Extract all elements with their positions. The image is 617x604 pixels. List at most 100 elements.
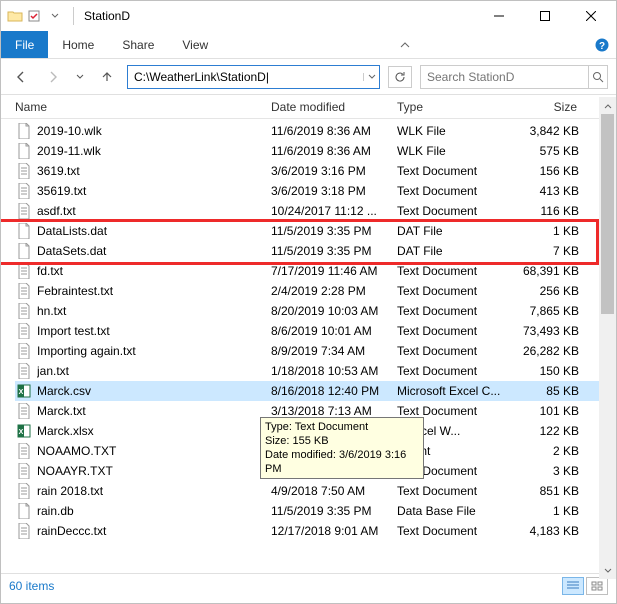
- file-date: 3/6/2019 3:18 PM: [271, 184, 397, 198]
- file-type: Text Document: [397, 524, 509, 538]
- file-date: 2/4/2019 2:28 PM: [271, 284, 397, 298]
- scroll-down-icon[interactable]: [599, 562, 616, 579]
- file-size: 7,865 KB: [509, 304, 579, 318]
- file-size: 575 KB: [509, 144, 579, 158]
- search-input[interactable]: [421, 70, 588, 84]
- titlebar: StationD: [1, 1, 616, 31]
- recent-locations-button[interactable]: [73, 65, 87, 89]
- file-row[interactable]: hn.txt8/20/2019 10:03 AMText Document7,8…: [15, 301, 616, 321]
- details-view-button[interactable]: [562, 577, 584, 595]
- file-row[interactable]: rain.db11/5/2019 3:35 PMData Base File1 …: [15, 501, 616, 521]
- file-name: hn.txt: [37, 304, 271, 318]
- file-icon: [15, 202, 33, 220]
- file-row[interactable]: Febraintest.txt2/4/2019 2:28 PMText Docu…: [15, 281, 616, 301]
- file-date: 11/6/2019 8:36 AM: [271, 144, 397, 158]
- ribbon-expand-icon[interactable]: [391, 31, 419, 58]
- file-name: rainDeccc.txt: [37, 524, 271, 538]
- file-size: 116 KB: [509, 204, 579, 218]
- file-type: Microsoft Excel C...: [397, 384, 509, 398]
- forward-button[interactable]: [41, 65, 65, 89]
- file-type: Text Document: [397, 184, 509, 198]
- file-icon: [15, 462, 33, 480]
- col-type[interactable]: Type: [397, 100, 509, 114]
- file-type: Data Base File: [397, 504, 509, 518]
- file-row[interactable]: Importing again.txt8/9/2019 7:34 AMText …: [15, 341, 616, 361]
- file-icon: [15, 522, 33, 540]
- help-icon[interactable]: ?: [588, 31, 616, 58]
- file-row[interactable]: 35619.txt3/6/2019 3:18 PMText Document41…: [15, 181, 616, 201]
- file-size: 3,842 KB: [509, 124, 579, 138]
- column-headers[interactable]: Name Date modified Type Size: [1, 95, 616, 119]
- tab-file[interactable]: File: [1, 31, 48, 58]
- tab-home[interactable]: Home: [48, 31, 108, 58]
- file-row[interactable]: X Marck.csv8/16/2018 12:40 PMMicrosoft Ex…: [15, 381, 616, 401]
- file-date: 11/6/2019 8:36 AM: [271, 124, 397, 138]
- tab-share[interactable]: Share: [108, 31, 168, 58]
- file-row[interactable]: 2019-11.wlk11/6/2019 8:36 AMWLK File575 …: [15, 141, 616, 161]
- file-row[interactable]: jan.txt1/18/2018 10:53 AMText Document15…: [15, 361, 616, 381]
- col-name[interactable]: Name: [15, 100, 271, 114]
- file-row[interactable]: asdf.txt10/24/2017 11:12 ...Text Documen…: [15, 201, 616, 221]
- address-dropdown-icon[interactable]: [363, 73, 379, 81]
- file-icon: [15, 302, 33, 320]
- file-type: Text Document: [397, 484, 509, 498]
- vertical-scrollbar[interactable]: [599, 97, 616, 579]
- file-type: Text Document: [397, 264, 509, 278]
- file-size: 122 KB: [509, 424, 579, 438]
- properties-icon[interactable]: [27, 8, 43, 24]
- address-input[interactable]: [128, 70, 363, 84]
- svg-text:X: X: [19, 389, 24, 396]
- file-name: Marck.csv: [37, 384, 271, 398]
- file-type: Text Document: [397, 344, 509, 358]
- file-type: Text Document: [397, 284, 509, 298]
- window-title: StationD: [84, 9, 130, 23]
- refresh-button[interactable]: [388, 66, 412, 88]
- file-name: Importing again.txt: [37, 344, 271, 358]
- file-row[interactable]: 2019-10.wlk11/6/2019 8:36 AMWLK File3,84…: [15, 121, 616, 141]
- up-button[interactable]: [95, 65, 119, 89]
- ribbon-tabs: File Home Share View ?: [1, 31, 616, 59]
- file-size: 1 KB: [509, 504, 579, 518]
- file-date: 8/16/2018 12:40 PM: [271, 384, 397, 398]
- file-type: Text Document: [397, 304, 509, 318]
- search-icon[interactable]: [588, 66, 607, 88]
- file-icon: [15, 502, 33, 520]
- scroll-thumb[interactable]: [601, 114, 614, 314]
- file-date: 3/6/2019 3:16 PM: [271, 164, 397, 178]
- minimize-button[interactable]: [476, 1, 522, 31]
- item-count: 60 items: [9, 579, 54, 593]
- file-type: Text Document: [397, 404, 509, 418]
- file-row[interactable]: rainDeccc.txt12/17/2018 9:01 AMText Docu…: [15, 521, 616, 541]
- dropdown-small-icon[interactable]: [47, 8, 63, 24]
- file-list[interactable]: Type: Text Document Size: 155 KB Date mo…: [1, 119, 616, 573]
- scroll-up-icon[interactable]: [599, 97, 616, 114]
- file-size: 68,391 KB: [509, 264, 579, 278]
- col-date[interactable]: Date modified: [271, 100, 397, 114]
- col-size[interactable]: Size: [509, 100, 589, 114]
- file-name: 35619.txt: [37, 184, 271, 198]
- file-name: rain.db: [37, 504, 271, 518]
- file-size: 101 KB: [509, 404, 579, 418]
- search-box[interactable]: [420, 65, 608, 89]
- file-name: Marck.xlsx: [37, 424, 271, 438]
- file-size: 851 KB: [509, 484, 579, 498]
- file-row[interactable]: rain 2018.txt4/9/2018 7:50 AMText Docume…: [15, 481, 616, 501]
- file-row[interactable]: Import test.txt8/6/2019 10:01 AMText Doc…: [15, 321, 616, 341]
- file-icon: X: [15, 382, 33, 400]
- file-name: jan.txt: [37, 364, 271, 378]
- large-icons-view-button[interactable]: [586, 577, 608, 595]
- close-button[interactable]: [568, 1, 614, 31]
- file-name: NOAAMO.TXT: [37, 444, 271, 458]
- back-button[interactable]: [9, 65, 33, 89]
- file-size: 413 KB: [509, 184, 579, 198]
- file-icon: [15, 182, 33, 200]
- maximize-button[interactable]: [522, 1, 568, 31]
- address-bar[interactable]: [127, 65, 380, 89]
- file-name: 3619.txt: [37, 164, 271, 178]
- file-type: WLK File: [397, 144, 509, 158]
- file-row[interactable]: 3619.txt3/6/2019 3:16 PMText Document156…: [15, 161, 616, 181]
- file-icon: [15, 162, 33, 180]
- file-icon: [15, 142, 33, 160]
- tab-view[interactable]: View: [168, 31, 222, 58]
- file-size: 256 KB: [509, 284, 579, 298]
